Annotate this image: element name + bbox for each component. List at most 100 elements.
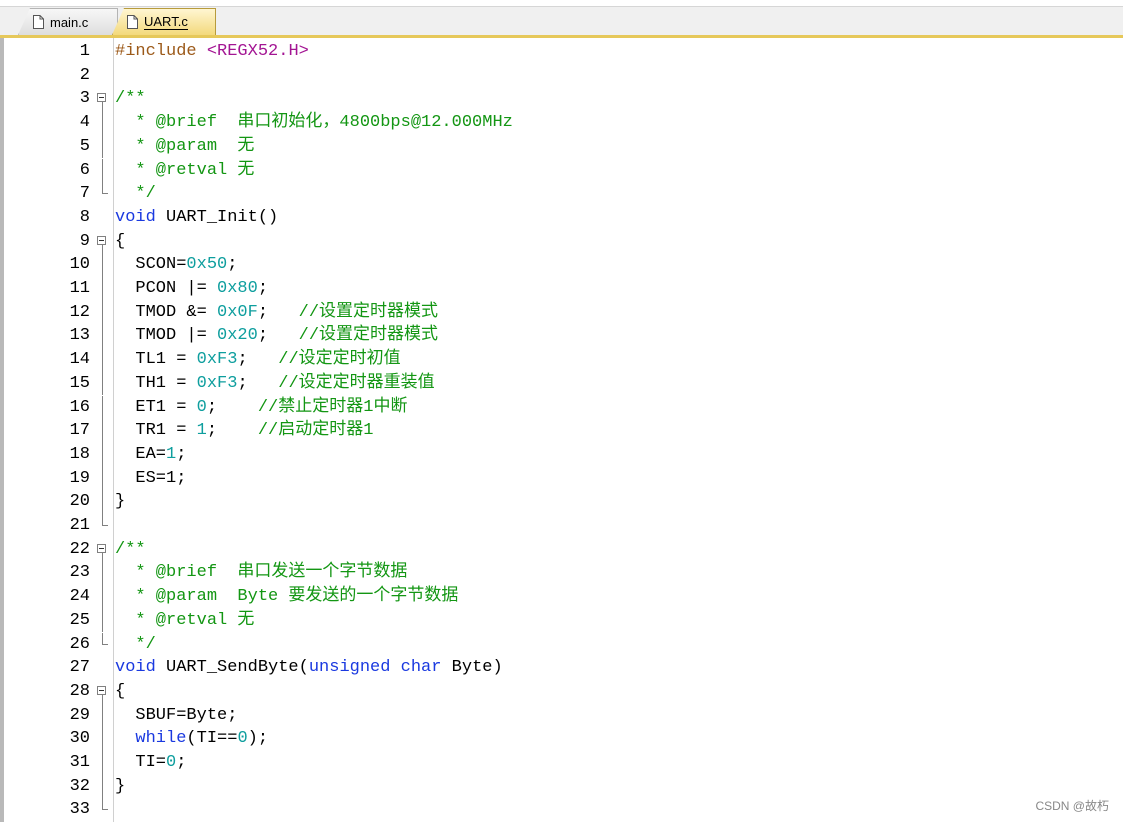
code-line[interactable]: 15 TH1 = 0xF3; //设定定时器重装值 (0, 371, 1123, 396)
code-token-plain: TMOD &= (115, 302, 218, 322)
code-token-num: 0xF3 (196, 373, 238, 393)
code-token-kw: void (115, 207, 156, 227)
code-line[interactable]: 8 void UART_Init() (0, 206, 1123, 230)
code-token-num: 0x50 (186, 255, 228, 275)
file-icon (33, 15, 44, 29)
fold-guide-line (96, 585, 108, 609)
code-text: TI=0; (115, 751, 186, 775)
code-token-cmt: //启动定时器1 (257, 421, 374, 441)
code-token-str: <REGX52.H> (206, 42, 309, 61)
code-token-plain: ; (227, 255, 238, 275)
code-line[interactable]: 2 (0, 64, 1123, 88)
code-text: SBUF=Byte; (115, 704, 237, 728)
code-line[interactable]: 23 * @brief 串口发送一个字节数据 (0, 561, 1123, 586)
line-number: 17 (69, 421, 90, 441)
code-editor[interactable]: 1 #include <REGX52.H> 2 3/** 4 * @brief 串口初始… (0, 38, 1123, 822)
fold-guide-line (96, 703, 108, 728)
code-line[interactable]: 26 */ (0, 632, 1123, 657)
code-line[interactable]: 18 EA=1; (0, 442, 1123, 467)
code-line[interactable]: 7 */ (0, 182, 1123, 206)
code-line[interactable]: 9{ (0, 230, 1123, 254)
code-line[interactable]: 33 (0, 798, 1123, 822)
code-line[interactable]: 13 TMOD |= 0x20; //设置定时器模式 (0, 324, 1123, 349)
code-token-plain: TR1 = (115, 421, 197, 441)
code-text: #include <REGX52.H> (115, 40, 309, 64)
code-line[interactable]: 19 ES=1; (0, 466, 1123, 491)
tab-uart-c[interactable]: UART.c (112, 8, 216, 35)
fold-guide-line (96, 300, 108, 325)
line-number: 8 (79, 207, 90, 227)
code-token-num: 0 (196, 397, 207, 417)
code-line[interactable]: 28 { (0, 680, 1123, 704)
code-line[interactable]: 31 TI=0; (0, 751, 1123, 775)
code-line[interactable]: 17 TR1 = 1; //启动定时器1 (0, 419, 1123, 443)
code-line[interactable]: 27 void UART_SendByte(unsigned char Byte) (0, 656, 1123, 680)
line-number: 4 (79, 113, 90, 133)
fold-guide-line (96, 751, 108, 775)
code-token-plain: ; (206, 421, 258, 441)
code-line[interactable]: 11 PCON |= 0x80; (0, 277, 1123, 301)
code-line[interactable]: 10 SCON=0x50; (0, 253, 1123, 277)
code-line[interactable]: 25 * @retval 无 (0, 608, 1123, 633)
code-token-plain: UART_SendByte( (155, 658, 309, 678)
code-token-cmt: * @retval 无 (115, 610, 255, 630)
fold-guide-line (96, 158, 108, 183)
code-line[interactable]: 16 ET1 = 0; //禁止定时器1中断 (0, 395, 1123, 420)
code-text: { (115, 230, 125, 254)
code-text: /** (115, 538, 146, 562)
code-token-cmt: * @retval 无 (115, 160, 255, 180)
fold-collapse-icon[interactable] (96, 680, 108, 704)
fold-collapse-icon[interactable] (96, 538, 108, 562)
code-token-num: 0x0F (217, 302, 258, 322)
code-line[interactable]: 14 TL1 = 0xF3; //设定定时初值 (0, 348, 1123, 372)
line-number: 7 (79, 184, 90, 204)
code-text: EA=1; (115, 443, 186, 467)
watermark: CSDN @故朽 (1035, 799, 1109, 813)
fold-end-marker (96, 514, 108, 538)
code-line[interactable]: 1 #include <REGX52.H> (0, 40, 1123, 64)
code-line[interactable]: 6 * @retval 无 (0, 158, 1123, 183)
code-token-kw: unsigned char (308, 658, 442, 678)
line-number: 33 (69, 800, 90, 820)
fold-guide-line (96, 324, 108, 349)
code-line[interactable]: 24 * @param Byte 要发送的一个字节数据 (0, 585, 1123, 609)
code-token-plain: SBUF=Byte; (115, 705, 238, 725)
code-token-num: 1 (166, 444, 177, 464)
code-line[interactable]: 5 * @param 无 (0, 134, 1123, 159)
code-line[interactable]: 4 * @brief 串口初始化，4800bps@12.000MHz (0, 111, 1123, 135)
code-text: SCON=0x50; (115, 253, 237, 277)
code-token-kw: void (115, 658, 156, 678)
fold-collapse-icon[interactable] (96, 87, 108, 112)
code-line[interactable]: 21 (0, 514, 1123, 538)
code-text: while(TI==0); (115, 727, 268, 751)
code-text: * @brief 串口发送一个字节数据 (115, 561, 407, 585)
code-token-plain: } (115, 776, 126, 796)
line-number: 22 (69, 539, 90, 559)
code-line[interactable]: 29 SBUF=Byte; (0, 703, 1123, 728)
code-token-cmt: * @param 无 (115, 136, 255, 156)
code-text: void UART_Init() (115, 206, 278, 230)
code-line[interactable]: 12 TMOD &= 0x0F; //设置定时器模式 (0, 300, 1123, 325)
code-text: TH1 = 0xF3; //设定定时器重装值 (115, 372, 435, 396)
tab-main-c-label: main.c (50, 14, 89, 30)
code-line[interactable]: 22 /** (0, 538, 1123, 562)
code-token-num: 0 (166, 753, 177, 772)
fold-collapse-icon[interactable] (96, 230, 108, 254)
code-line[interactable]: 3 /** (0, 87, 1123, 112)
code-token-plain: UART_Init() (155, 207, 279, 227)
code-token-cmt: //设定定时器重装值 (278, 373, 435, 393)
code-token-plain: { (115, 231, 126, 251)
code-token-plain: TH1 = (115, 373, 197, 393)
code-line[interactable]: 30 while(TI==0); (0, 727, 1123, 751)
line-number: 9 (79, 231, 90, 251)
code-text: } (115, 775, 125, 799)
code-line[interactable]: 32} (0, 774, 1123, 799)
code-text: * @param Byte 要发送的一个字节数据 (115, 585, 458, 609)
code-line[interactable]: 20} (0, 490, 1123, 514)
code-token-cmt: /** (115, 89, 146, 109)
code-text: } (115, 490, 125, 514)
code-token-cmt: * @brief 串口初始化，4800bps@12.000MHz (115, 113, 513, 133)
line-number: 1 (79, 42, 90, 61)
tab-main-c[interactable]: main.c (18, 8, 118, 35)
